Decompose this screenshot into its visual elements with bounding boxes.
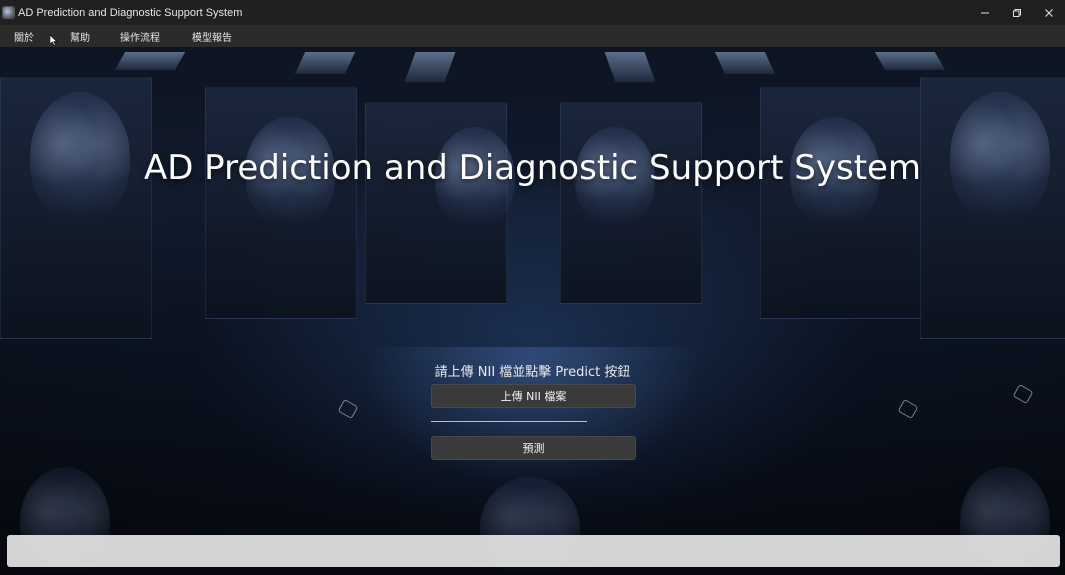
menu-item-procedure[interactable]: 操作流程 bbox=[104, 25, 174, 47]
upload-nii-button[interactable]: 上傳 NII 檔案 bbox=[431, 384, 636, 408]
restore-button[interactable] bbox=[1001, 0, 1033, 25]
window-controls bbox=[969, 0, 1065, 25]
instruction-text: 請上傳 NII 檔並點擊 Predict 按鈕 bbox=[434, 365, 631, 380]
window-title: AD Prediction and Diagnostic Support Sys… bbox=[18, 6, 243, 19]
page-title: AD Prediction and Diagnostic Support Sys… bbox=[143, 148, 922, 188]
mouse-cursor-icon bbox=[50, 35, 58, 46]
restore-icon bbox=[1013, 8, 1021, 17]
selected-file-field bbox=[431, 421, 587, 422]
minimize-icon bbox=[981, 12, 989, 13]
background-scene bbox=[0, 47, 1065, 575]
minimize-button[interactable] bbox=[969, 0, 1001, 25]
menu-item-about[interactable]: 關於 bbox=[0, 25, 48, 47]
close-button[interactable] bbox=[1033, 0, 1065, 25]
close-icon bbox=[1045, 8, 1053, 17]
menu-bar: 關於 幫助 操作流程 模型報告 bbox=[0, 25, 1065, 47]
predict-button[interactable]: 預測 bbox=[431, 436, 636, 460]
app-window: AD Prediction and Diagnostic Support Sys… bbox=[0, 0, 1065, 575]
status-bar bbox=[7, 535, 1060, 567]
app-icon bbox=[2, 6, 15, 19]
menu-item-model-report[interactable]: 模型報告 bbox=[174, 25, 246, 47]
title-bar[interactable]: AD Prediction and Diagnostic Support Sys… bbox=[0, 0, 1065, 25]
